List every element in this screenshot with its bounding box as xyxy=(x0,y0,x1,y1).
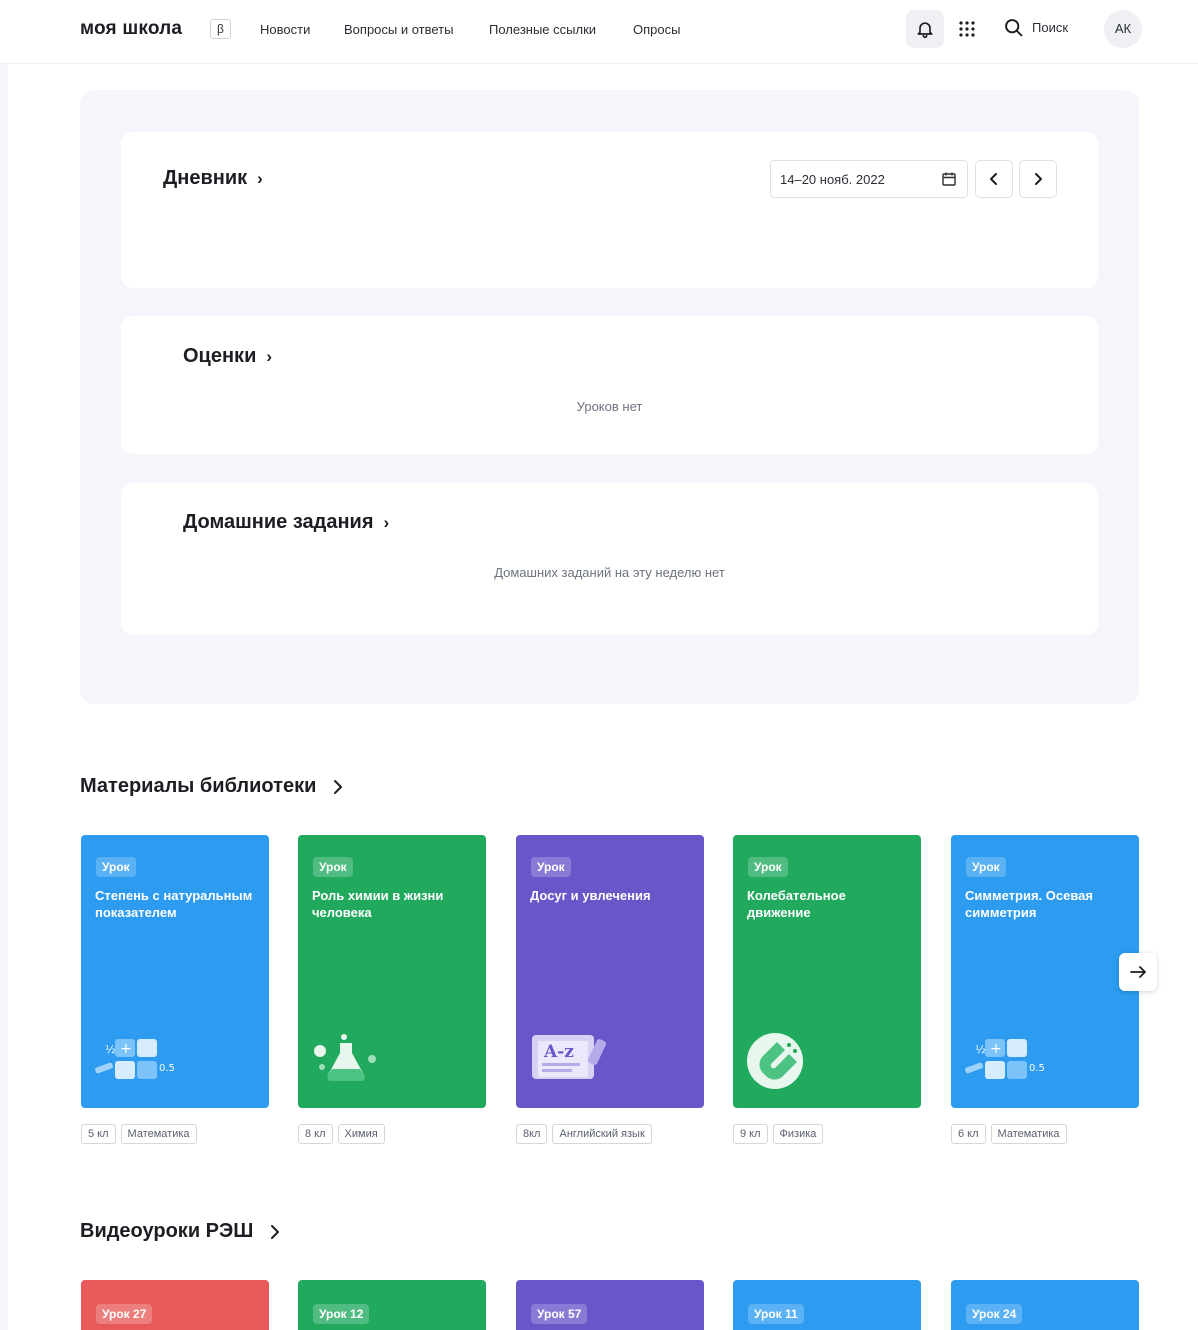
nav-links[interactable]: Полезные ссылки xyxy=(489,22,596,37)
grade-tag[interactable]: 5 кл xyxy=(81,1124,116,1144)
homework-title-link[interactable]: Домашние задания › xyxy=(183,511,389,534)
search-icon xyxy=(1005,19,1023,37)
card-tags: 6 кл Математика xyxy=(951,1124,1067,1144)
left-shade xyxy=(0,64,8,1330)
flask-icon xyxy=(314,1034,376,1082)
subject-tag[interactable]: Физика xyxy=(772,1124,824,1144)
card-title: Колебательное движение xyxy=(747,888,846,920)
grade-tag[interactable]: 8кл xyxy=(516,1124,548,1144)
svg-text:½: ½ xyxy=(975,1043,986,1056)
homework-card: Домашние задания › Домашних заданий на э… xyxy=(121,483,1098,635)
prev-week-button[interactable] xyxy=(975,160,1013,198)
video-card[interactable]: Урок 24 xyxy=(951,1280,1139,1330)
grade-tag[interactable]: 6 кл xyxy=(951,1124,986,1144)
avatar[interactable]: АК xyxy=(1104,10,1142,48)
homework-empty-text: Домашних заданий на эту неделю нет xyxy=(494,565,725,580)
dictionary-icon: A-z xyxy=(532,1035,607,1079)
card-badge: Урок xyxy=(313,857,353,877)
video-lesson-badge: Урок 57 xyxy=(531,1304,588,1324)
top-header: моя школа β Новости Вопросы и ответы Пол… xyxy=(0,0,1198,64)
card-tags: 8кл Английский язык xyxy=(516,1124,652,1144)
chevron-right-icon: › xyxy=(257,168,263,188)
video-lesson-badge: Урок 12 xyxy=(313,1304,370,1324)
homework-title: Домашние задания xyxy=(183,511,374,533)
card-title: Степень с натуральным показателем xyxy=(95,888,253,920)
card-badge: Урок xyxy=(531,857,571,877)
subject-tag[interactable]: Химия xyxy=(337,1124,385,1144)
svg-text:+: + xyxy=(120,1041,132,1057)
grades-empty-text: Уроков нет xyxy=(576,399,643,414)
notifications-button[interactable] xyxy=(906,10,944,48)
card-tags: 9 кл Физика xyxy=(733,1124,824,1144)
subject-tag[interactable]: Английский язык xyxy=(552,1124,652,1144)
card-title: Симметрия. Осевая симметрия xyxy=(965,888,1093,920)
grades-card: Оценки › Уроков нет xyxy=(121,316,1098,454)
video-title: Видеоуроки РЭШ xyxy=(80,1220,254,1242)
svg-text:+: + xyxy=(990,1041,1002,1057)
bell-icon xyxy=(917,22,933,39)
math-icon: + ½ 0.5 xyxy=(965,1039,1045,1079)
svg-text:0.5: 0.5 xyxy=(1029,1063,1045,1074)
video-lesson-badge: Урок 27 xyxy=(96,1304,153,1324)
video-lesson-badge: Урок 11 xyxy=(748,1304,804,1324)
grades-title: Оценки xyxy=(183,345,257,367)
chevron-right-icon xyxy=(1035,173,1042,185)
apps-button[interactable] xyxy=(948,10,986,48)
video-card[interactable]: Урок 11 xyxy=(733,1280,921,1330)
dashboard-panel: Дневник › 14–20 нояб. 2022 Оценки › Урок… xyxy=(80,90,1139,704)
video-title-link[interactable]: Видеоуроки РЭШ xyxy=(80,1220,281,1243)
library-card[interactable]: Урок Досуг и увлечения A-z xyxy=(516,835,704,1108)
subject-tag[interactable]: Математика xyxy=(120,1124,197,1144)
svg-text:0.5: 0.5 xyxy=(159,1063,175,1074)
card-badge: Урок xyxy=(748,857,788,877)
video-card[interactable]: Урок 57 xyxy=(516,1280,704,1330)
video-card[interactable]: Урок 27 xyxy=(81,1280,269,1330)
page: моя школа β Новости Вопросы и ответы Пол… xyxy=(0,0,1198,1330)
magnet-icon xyxy=(747,1033,803,1089)
nav-faq[interactable]: Вопросы и ответы xyxy=(344,22,453,37)
math-icon: + ½ 0.5 xyxy=(95,1039,175,1079)
svg-text:A-z: A-z xyxy=(543,1042,574,1062)
subject-tag[interactable]: Математика xyxy=(990,1124,1067,1144)
diary-title-link[interactable]: Дневник › xyxy=(163,167,263,190)
library-card[interactable]: Урок Колебательное движение xyxy=(733,835,921,1108)
chevron-right-icon xyxy=(334,779,343,794)
library-card[interactable]: Урок Роль химии в жизни человека xyxy=(298,835,486,1108)
grade-tag[interactable]: 8 кл xyxy=(298,1124,333,1144)
library-title-link[interactable]: Материалы библиотеки xyxy=(80,775,344,798)
chevron-right-icon: › xyxy=(383,512,390,532)
card-badge: Урок xyxy=(966,857,1006,877)
library-title: Материалы библиотеки xyxy=(80,775,317,797)
card-badge: Урок xyxy=(96,857,136,877)
grade-tag[interactable]: 9 кл xyxy=(733,1124,768,1144)
calendar-icon xyxy=(942,172,956,186)
apps-grid-icon xyxy=(959,21,975,37)
search-button[interactable]: Поиск xyxy=(1003,17,1068,38)
logo[interactable]: моя школа xyxy=(80,18,182,40)
chevron-right-icon xyxy=(271,1224,280,1239)
search-label: Поиск xyxy=(1032,20,1069,35)
nav-polls[interactable]: Опросы xyxy=(633,22,680,37)
date-range-value: 14–20 нояб. 2022 xyxy=(780,172,885,187)
card-tags: 8 кл Химия xyxy=(298,1124,385,1144)
chevron-right-icon: › xyxy=(266,346,273,366)
diary-card: Дневник › 14–20 нояб. 2022 xyxy=(121,132,1098,288)
library-card[interactable]: Урок Симметрия. Осевая симметрия + ½ 0.5 xyxy=(951,835,1139,1108)
date-range-field[interactable]: 14–20 нояб. 2022 xyxy=(770,160,968,198)
card-tags: 5 кл Математика xyxy=(81,1124,197,1144)
next-week-button[interactable] xyxy=(1019,160,1057,198)
library-card[interactable]: Урок Степень с натуральным показателем +… xyxy=(81,835,269,1108)
grades-title-link[interactable]: Оценки › xyxy=(183,345,272,368)
arrow-right-icon xyxy=(1130,966,1146,978)
svg-text:½: ½ xyxy=(105,1043,116,1056)
carousel-next-button[interactable] xyxy=(1119,953,1157,991)
nav-news[interactable]: Новости xyxy=(260,22,310,37)
diary-title: Дневник xyxy=(163,167,248,189)
chevron-left-icon xyxy=(990,173,997,185)
video-lesson-badge: Урок 24 xyxy=(966,1304,1023,1324)
video-card[interactable]: Урок 12 xyxy=(298,1280,486,1330)
beta-badge: β xyxy=(210,19,231,39)
card-title: Роль химии в жизни человека xyxy=(312,888,444,920)
card-title: Досуг и увлечения xyxy=(530,888,651,903)
